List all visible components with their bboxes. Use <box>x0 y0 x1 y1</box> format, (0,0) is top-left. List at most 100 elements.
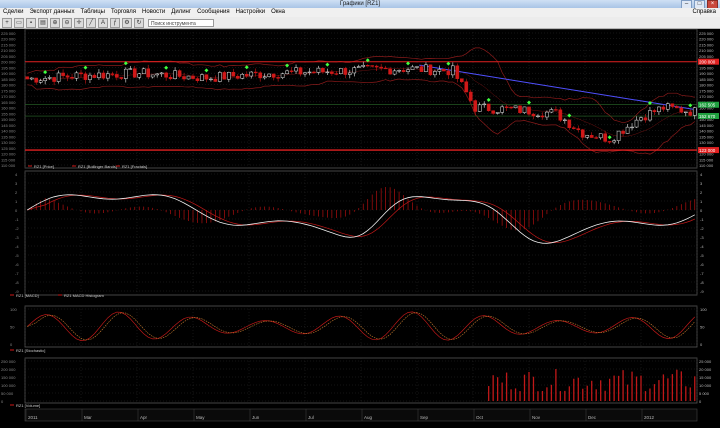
menu-item-messages[interactable]: Сообщения <box>194 8 233 17</box>
menu-item-dealing[interactable]: Дилинг <box>168 8 194 17</box>
candle-body <box>249 71 254 77</box>
candle-body <box>110 73 115 75</box>
title-bar: Графики [RZ1] – □ × <box>0 0 720 9</box>
open-icon[interactable]: ▭ <box>14 17 24 28</box>
date-label: Jun <box>252 415 260 420</box>
price-tick-label-left: 160 000 <box>1 106 16 111</box>
candle-body <box>428 64 433 76</box>
menu-item-windows[interactable]: Окна <box>268 8 288 17</box>
refresh-icon[interactable]: ↻ <box>134 17 144 28</box>
macd-tick-label-left: -5 <box>15 253 19 258</box>
stoch-tick-label-left: 100 <box>10 307 17 312</box>
price-tag-label: 200 000 <box>699 60 716 65</box>
fractal-marker <box>204 68 209 73</box>
macd-tick-label: -5 <box>700 253 704 258</box>
date-label: 2011 <box>28 415 38 420</box>
fractal-marker <box>607 135 612 140</box>
price-tick-label-left: 185 000 <box>1 77 16 82</box>
macd-tick-label-left: 1 <box>15 199 18 204</box>
candle-body <box>128 68 133 70</box>
candle-body <box>545 111 549 118</box>
chart-canvas[interactable]: 225 000225 000220 000220 000215 000215 0… <box>0 28 720 423</box>
crosshair-icon[interactable]: ✛ <box>74 17 84 28</box>
candle-body <box>464 81 469 93</box>
candle-body <box>200 74 204 81</box>
candle-body <box>666 103 670 110</box>
menu-item-export[interactable]: Экспорт данных <box>26 8 77 17</box>
new-chart-icon[interactable]: + <box>2 17 12 28</box>
indicator-icon[interactable]: ƒ <box>110 17 120 28</box>
date-label: Dec <box>588 415 597 420</box>
candle-body <box>451 65 455 76</box>
settings-icon[interactable]: ⚙ <box>122 17 132 28</box>
candle-body <box>692 107 697 116</box>
price-tick-label-left: 205 000 <box>1 54 16 59</box>
candle-body <box>419 66 424 72</box>
volume-tick-label-left: 0 <box>1 399 4 404</box>
candle-body <box>486 103 491 111</box>
price-tick-label-left: 210 000 <box>1 48 16 53</box>
zoom-out-icon[interactable]: ⊖ <box>62 17 72 28</box>
price-panel[interactable]: 225 000225 000220 000220 000215 000215 0… <box>1 28 719 169</box>
candle-body <box>657 106 661 113</box>
stochastic-panel[interactable]: 100100505000RZ1 [Stochastic] <box>10 305 707 353</box>
candle-body <box>123 68 128 79</box>
volume-tick-label: 25 000 <box>699 359 712 364</box>
candle-body <box>339 68 343 75</box>
macd-tick-label-left: -2 <box>15 226 19 231</box>
line-tool-icon[interactable]: ╱ <box>86 17 96 28</box>
candle-body <box>271 73 276 78</box>
candle-body <box>276 77 280 79</box>
macd-tick-label: 2 <box>700 190 703 195</box>
candle-body <box>370 65 375 67</box>
candle-body <box>607 141 612 143</box>
candle-body <box>374 65 379 68</box>
date-axis: 2011 Mar Apr May Jun Jul Aug Sep Oct Nov Dec 2012 <box>24 408 698 422</box>
candle-body <box>477 104 482 112</box>
price-tick-label-left: 170 000 <box>1 94 16 99</box>
candle-body <box>580 129 585 138</box>
text-tool-icon[interactable]: A <box>98 17 108 28</box>
date-label: Sep <box>420 415 429 420</box>
macd-tick-label-left: -1 <box>15 217 19 222</box>
search-input[interactable]: Поиск инструмента <box>148 18 214 27</box>
candle-body <box>433 71 437 76</box>
candle-body <box>115 74 119 78</box>
price-tick-label: 140 000 <box>699 129 714 134</box>
candle-body <box>330 71 334 74</box>
print-icon[interactable]: ▤ <box>38 17 48 28</box>
candle-body <box>235 75 240 79</box>
candle-body <box>442 69 446 72</box>
date-label: May <box>196 415 205 420</box>
chart-area[interactable]: 225 000 225 000 220 000 220 000 215 000 215 0… <box>0 28 720 423</box>
menu-item-news[interactable]: Новости <box>139 8 168 17</box>
price-tick-label-left: 200 000 <box>1 60 16 65</box>
price-tick-label-left: 140 000 <box>1 129 16 134</box>
fractal-marker <box>486 97 491 102</box>
date-label: Apr <box>140 415 148 420</box>
menu-item-trading[interactable]: Торговля <box>108 8 139 17</box>
menu-item-tables[interactable]: Таблицы <box>77 8 108 17</box>
candle-body <box>83 73 88 80</box>
candle-body <box>150 74 155 78</box>
save-icon[interactable]: ▪ <box>26 17 36 28</box>
candle-body <box>267 73 271 77</box>
candle-body <box>29 77 34 80</box>
candle-body <box>621 130 625 134</box>
menu-item-deals[interactable]: Сделки <box>0 8 26 17</box>
price-tick-label: 145 000 <box>699 123 714 128</box>
volume-panel[interactable]: 25 000 250 000 20 000 200 000 15 000 150 000 1… <box>1 357 712 408</box>
candle-body <box>312 71 316 74</box>
zoom-in-icon[interactable]: ⊕ <box>50 17 60 28</box>
macd-panel[interactable]: 4 4 3 3 2 2 1 1 0 0 -1 -1 -2 -2 -3 -3 -4 -4 -5 -5 -6 -6 -7 -7 -8… <box>10 170 704 298</box>
price-tag-label: 152 670 <box>699 114 716 119</box>
candle-body <box>589 135 594 138</box>
menu-item-help[interactable]: Справка <box>692 8 716 17</box>
candle-body <box>88 74 92 80</box>
menu-item-settings[interactable]: Настройки <box>233 8 268 17</box>
legend-label: RZ1 [Bollinger Bands] <box>78 164 117 169</box>
menu-bar: Сделки Экспорт данных Таблицы Торговля Н… <box>0 8 720 17</box>
price-tick-label-left: 130 000 <box>1 140 16 145</box>
candle-body <box>294 67 298 72</box>
price-tick-label-left: 195 000 <box>1 65 16 70</box>
